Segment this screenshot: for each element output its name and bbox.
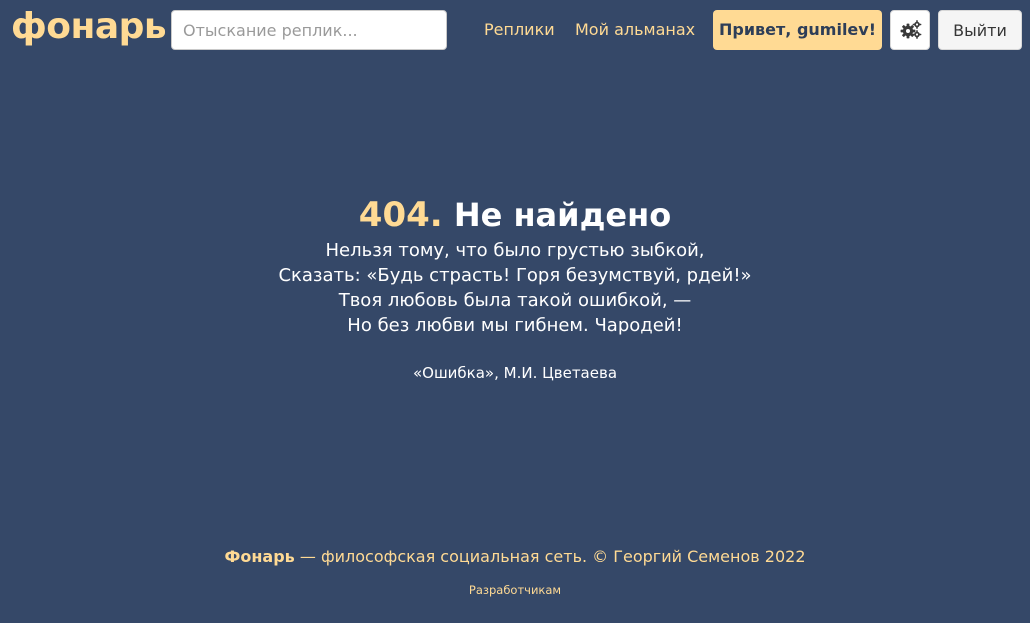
error-title: 404. Не найдено <box>0 194 1030 236</box>
poem-line: Но без любви мы гибнем. Чародей! <box>347 315 683 336</box>
poem-line: Нельзя тому, что было грустью зыбкой, <box>325 240 705 261</box>
footer: Фонарь — философская социальная сеть. © … <box>0 546 1030 598</box>
poem: Нельзя тому, что было грустью зыбкой, Ск… <box>0 238 1030 338</box>
footer-brand: Фонарь <box>224 547 295 566</box>
developers-link[interactable]: Разработчикам <box>0 582 1030 598</box>
logout-button[interactable]: Выйти <box>938 10 1022 50</box>
error-section: 404. Не найдено Нельзя тому, что было гр… <box>0 194 1030 383</box>
gears-icon <box>900 20 922 39</box>
error-message: Не найдено <box>453 196 672 234</box>
footer-description: — философская социальная сеть. © Георгий… <box>294 547 806 566</box>
nav-link-almanac[interactable]: Мой альманах <box>575 19 695 41</box>
profile-greeting-button[interactable]: Привет, gumilev! <box>713 10 882 50</box>
brand-logo[interactable]: фонарь <box>11 3 167 51</box>
nav-link-replies[interactable]: Реплики <box>484 19 555 41</box>
search-input[interactable] <box>171 10 447 50</box>
poem-attribution: «Ошибка», М.И. Цветаева <box>412 364 618 382</box>
navbar: фонарь Реплики Мой альманах Привет, gumi… <box>0 0 1030 60</box>
settings-button[interactable] <box>890 10 930 50</box>
error-code: 404. <box>358 195 443 235</box>
footer-copyright: Фонарь — философская социальная сеть. © … <box>0 546 1030 568</box>
poem-line: Твоя любовь была такой ошибкой, — <box>338 290 692 311</box>
poem-line: Сказать: «Будь страсть! Горя безумствуй,… <box>278 265 752 286</box>
